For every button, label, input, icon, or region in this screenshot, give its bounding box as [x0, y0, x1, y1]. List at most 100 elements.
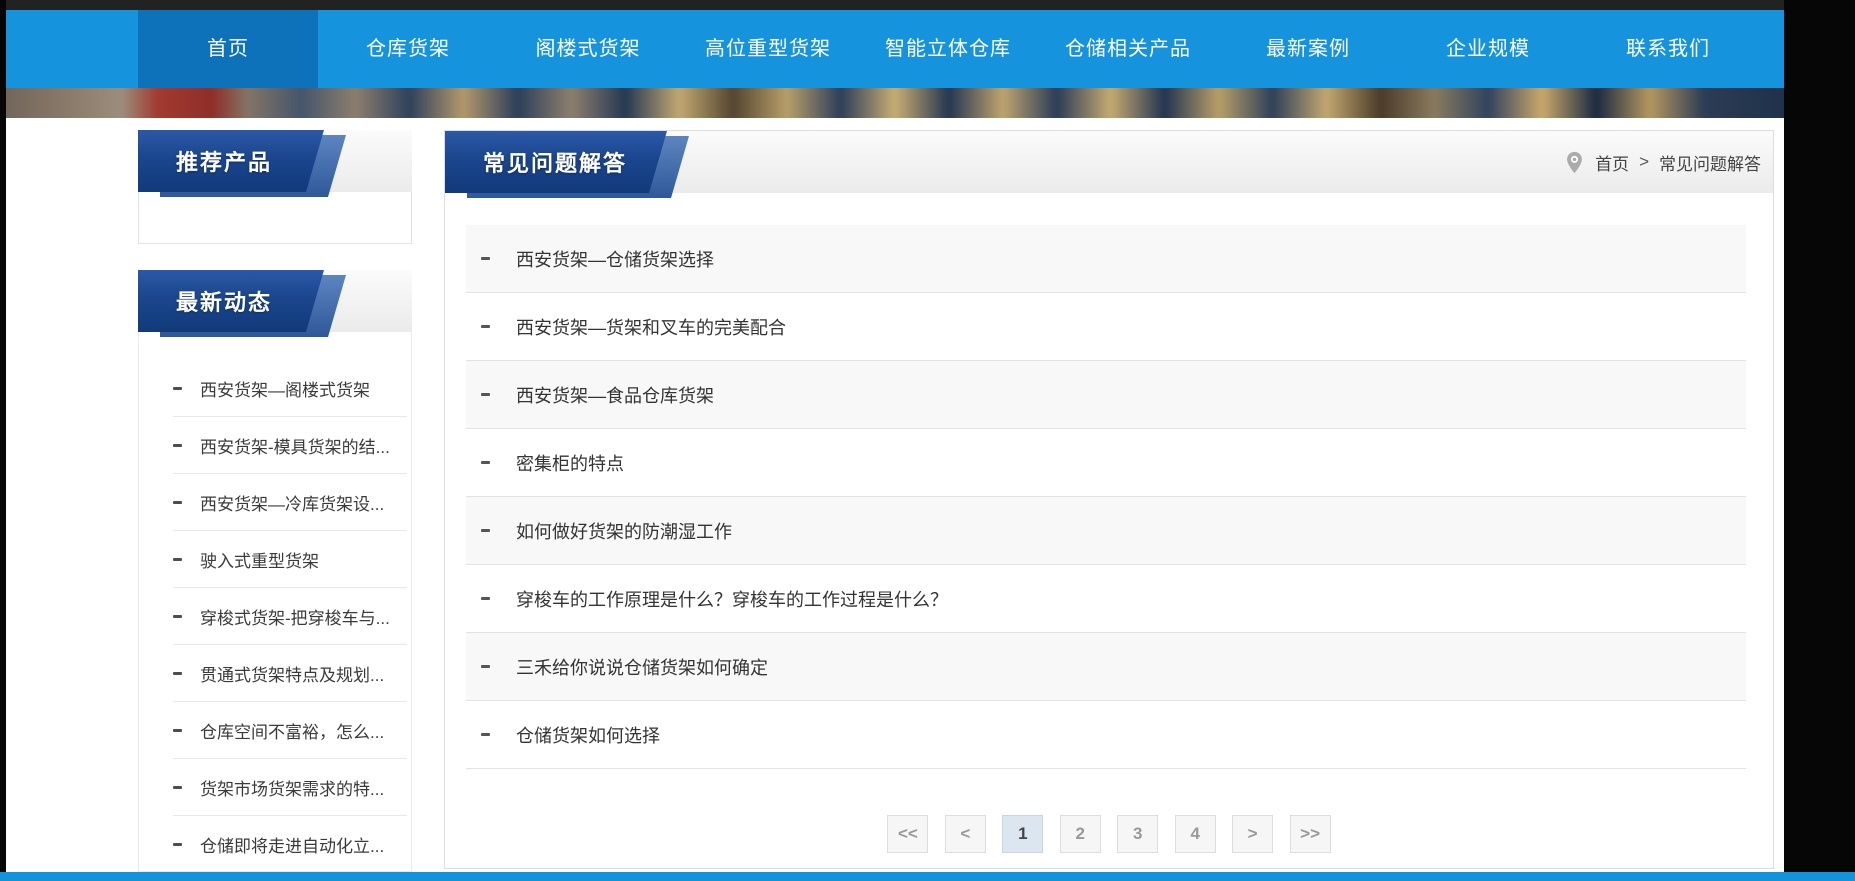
- pagination-btn-label: 2: [1076, 824, 1085, 843]
- nav-item-home[interactable]: 首页: [138, 10, 318, 88]
- nav-item-high-heavy-racks[interactable]: 高位重型货架: [678, 10, 858, 88]
- nav-item-label: 最新案例: [1266, 38, 1350, 60]
- news-item-label: 仓储即将走进自动化立...: [200, 832, 384, 857]
- faq-row[interactable]: 西安货架—食品仓库货架: [466, 361, 1746, 429]
- main-nav: 首页 仓库货架 阁楼式货架 高位重型货架 智能立体仓库: [6, 10, 1784, 88]
- page: 首页 仓库货架 阁楼式货架 高位重型货架 智能立体仓库: [6, 0, 1784, 881]
- pagination-prev[interactable]: <: [945, 815, 986, 853]
- faq-list: 西安货架—仓储货架选择 西安货架—货架和叉车的完美配合 西安货架—食品仓库货架 …: [466, 225, 1746, 769]
- nav-item-label: 首页: [207, 38, 249, 60]
- dash-bullet-icon: [481, 733, 490, 736]
- recommended-flag: 推荐产品: [138, 130, 324, 192]
- location-pin-icon: [1562, 150, 1587, 175]
- dash-bullet-icon: [173, 615, 182, 618]
- nav-item-latest-cases[interactable]: 最新案例: [1218, 10, 1398, 88]
- news-list-item[interactable]: 驶入式重型货架: [173, 531, 407, 588]
- recommended-title: 推荐产品: [138, 130, 324, 192]
- dash-bullet-icon: [173, 786, 182, 789]
- nav-item-label: 联系我们: [1626, 38, 1710, 60]
- news-list-item[interactable]: 西安货架-模具货架的结...: [173, 417, 407, 474]
- dash-bullet-icon: [173, 444, 182, 447]
- pagination-next[interactable]: >: [1232, 815, 1273, 853]
- news-item-label: 西安货架—阁楼式货架: [200, 376, 370, 401]
- nav-item-label: 阁楼式货架: [536, 38, 641, 60]
- news-item-label: 穿梭式货架-把穿梭车与...: [200, 604, 390, 629]
- pagination-btn-label: >>: [1300, 824, 1320, 843]
- faq-item-label: 西安货架—食品仓库货架: [516, 382, 714, 408]
- dash-bullet-icon: [481, 461, 490, 464]
- nav-item-storage-products[interactable]: 仓储相关产品: [1038, 10, 1218, 88]
- recommended-header-band: 推荐产品: [138, 130, 412, 192]
- dash-bullet-icon: [173, 387, 182, 390]
- breadcrumb-home-link[interactable]: 首页: [1595, 150, 1629, 175]
- dash-bullet-icon: [481, 529, 490, 532]
- faq-item-label: 西安货架—仓储货架选择: [516, 246, 714, 272]
- nav-item-label: 仓储相关产品: [1065, 38, 1191, 60]
- news-item-label: 西安货架—冷库货架设...: [200, 490, 384, 515]
- warehouse-photo: [6, 88, 1784, 118]
- dash-bullet-icon: [481, 665, 490, 668]
- pagination-btn-label: 4: [1190, 824, 1199, 843]
- news-item-label: 贯通式货架特点及规划...: [200, 661, 384, 686]
- dash-bullet-icon: [173, 501, 182, 504]
- bottom-bar: [0, 872, 1855, 881]
- pagination-btn-label: <: [960, 824, 970, 843]
- breadcrumb-current: 常见问题解答: [1659, 150, 1761, 175]
- dash-bullet-icon: [481, 325, 490, 328]
- pagination-page-3[interactable]: 3: [1117, 815, 1158, 853]
- nav-item-label: 企业规模: [1446, 38, 1530, 60]
- faq-item-label: 如何做好货架的防潮湿工作: [516, 518, 732, 544]
- news-list-item[interactable]: 西安货架—阁楼式货架: [173, 360, 407, 417]
- faq-item-label: 三禾给你说说仓储货架如何确定: [516, 654, 768, 680]
- dash-bullet-icon: [173, 672, 182, 675]
- faq-row[interactable]: 如何做好货架的防潮湿工作: [466, 497, 1746, 565]
- nav-item-mezzanine-racks[interactable]: 阁楼式货架: [498, 10, 678, 88]
- faq-item-label: 西安货架—货架和叉车的完美配合: [516, 314, 786, 340]
- pagination: << < 1 2 3 4: [445, 815, 1773, 853]
- pagination-btn-label: >: [1248, 824, 1258, 843]
- faq-row[interactable]: 穿梭车的工作原理是什么？穿梭车的工作过程是什么？: [466, 565, 1746, 633]
- faq-panel: 常见问题解答 首页 > 常见问题解答 西安货架—仓储货架选择: [444, 130, 1774, 869]
- nav-item-warehouse-racks[interactable]: 仓库货架: [318, 10, 498, 88]
- dash-bullet-icon: [481, 393, 490, 396]
- faq-row[interactable]: 密集柜的特点: [466, 429, 1746, 497]
- pagination-first[interactable]: <<: [887, 815, 928, 853]
- dash-bullet-icon: [481, 597, 490, 600]
- nav-item-contact-us[interactable]: 联系我们: [1578, 10, 1758, 88]
- news-list-item[interactable]: 西安货架—冷库货架设...: [173, 474, 407, 531]
- faq-item-label: 密集柜的特点: [516, 450, 624, 476]
- dash-bullet-icon: [173, 729, 182, 732]
- faq-row[interactable]: 西安货架—仓储货架选择: [466, 225, 1746, 293]
- faq-item-label: 穿梭车的工作原理是什么？穿梭车的工作过程是什么？: [516, 586, 948, 612]
- sidebar: 推荐产品 最新动态 西安货架—阁楼式货架 西安货架-模具货架的结...: [138, 130, 412, 872]
- pagination-btn-label: 3: [1133, 824, 1142, 843]
- faq-row[interactable]: 仓储货架如何选择: [466, 701, 1746, 769]
- breadcrumb: 首页 > 常见问题解答: [1562, 131, 1761, 193]
- faq-header-band: 常见问题解答 首页 > 常见问题解答: [445, 131, 1773, 193]
- pagination-btn-label: 1: [1018, 824, 1027, 843]
- nav-item-smart-warehouse[interactable]: 智能立体仓库: [858, 10, 1038, 88]
- nav-item-company-scale[interactable]: 企业规模: [1398, 10, 1578, 88]
- news-list: 西安货架—阁楼式货架 西安货架-模具货架的结... 西安货架—冷库货架设... …: [138, 332, 412, 872]
- news-list-item[interactable]: 货架市场货架需求的特...: [173, 759, 407, 816]
- news-list-item[interactable]: 穿梭式货架-把穿梭车与...: [173, 588, 407, 645]
- pagination-page-4[interactable]: 4: [1175, 815, 1216, 853]
- news-title: 最新动态: [138, 270, 324, 332]
- pagination-page-2[interactable]: 2: [1060, 815, 1101, 853]
- dash-bullet-icon: [173, 558, 182, 561]
- news-header-band: 最新动态: [138, 270, 412, 332]
- news-list-item[interactable]: 贯通式货架特点及规划...: [173, 645, 407, 702]
- pagination-last[interactable]: >>: [1290, 815, 1331, 853]
- top-strip: [6, 0, 1784, 10]
- news-item-label: 驶入式重型货架: [200, 547, 319, 572]
- faq-row[interactable]: 三禾给你说说仓储货架如何确定: [466, 633, 1746, 701]
- news-flag: 最新动态: [138, 270, 324, 332]
- news-list-item[interactable]: 仓储即将走进自动化立...: [173, 816, 407, 872]
- nav-item-label: 高位重型货架: [705, 38, 831, 60]
- news-list-item[interactable]: 仓库空间不富裕，怎么...: [173, 702, 407, 759]
- nav-item-label: 智能立体仓库: [885, 38, 1011, 60]
- faq-row[interactable]: 西安货架—货架和叉车的完美配合: [466, 293, 1746, 361]
- nav-item-label: 仓库货架: [366, 38, 450, 60]
- banner-image: [6, 88, 1784, 118]
- pagination-page-1[interactable]: 1: [1002, 815, 1043, 853]
